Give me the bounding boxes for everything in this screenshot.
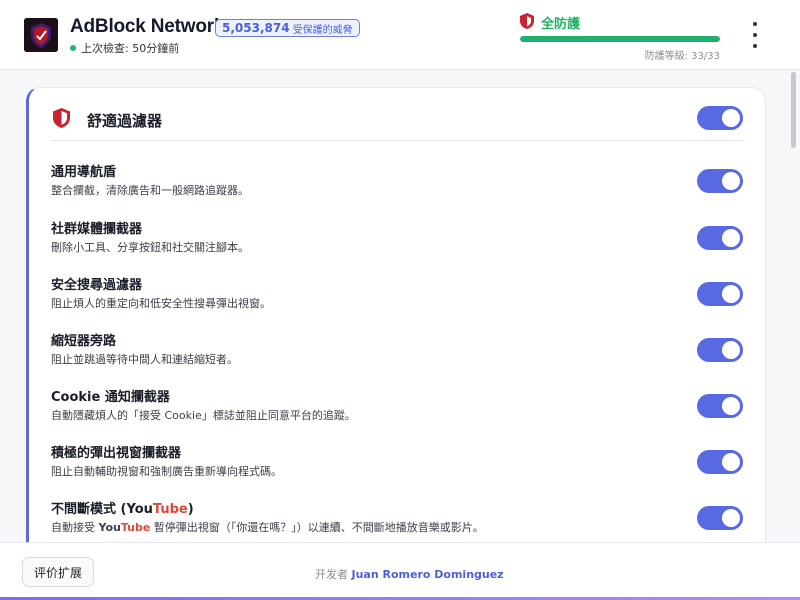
- rule-toggle[interactable]: [697, 338, 743, 362]
- toggle-knob: [722, 109, 740, 127]
- last-check-status: 上次檢查: 50分鐘前: [70, 40, 179, 56]
- rule-desc-part: Tube: [120, 521, 151, 534]
- rule-item: 安全搜尋過濾器 阻止煩人的重定向和低安全性搜尋彈出視窗。: [29, 274, 765, 330]
- rule-desc-part: You: [98, 521, 121, 534]
- rule-title-part: Tube: [152, 502, 188, 517]
- toggle-knob: [722, 453, 740, 471]
- menu-dot-icon: [753, 22, 757, 26]
- developer-name[interactable]: Juan Romero Dominguez: [352, 568, 504, 581]
- rule-desc-part: 自動接受: [51, 521, 99, 534]
- brand-name: AdBlock Network: [70, 16, 225, 37]
- toggle-knob: [722, 509, 740, 527]
- rule-toggle[interactable]: [697, 282, 743, 306]
- status-dot-icon: [70, 45, 76, 51]
- threats-blocked-badge: 5,053,874 受保護的威脅: [215, 19, 360, 37]
- filter-card: 舒適過濾器 通用導航盾 整合攔截，清除廣告和一般網路追蹤器。 社群媒體攔截器 刪…: [26, 87, 766, 557]
- last-check-text: 上次檢查: 50分鐘前: [81, 42, 180, 55]
- scrollbar[interactable]: [791, 72, 796, 148]
- rule-toggle[interactable]: [697, 506, 743, 530]
- shield-icon: [53, 108, 70, 128]
- rule-title-part: 不間斷模式 (: [51, 502, 127, 517]
- threats-label: 受保護的威脅: [292, 24, 353, 36]
- master-filter-toggle[interactable]: [697, 106, 743, 130]
- rule-title: 縮短器旁路: [51, 334, 117, 349]
- rule-title: 通用導航盾: [51, 165, 117, 180]
- rule-title: 社群媒體攔截器: [51, 222, 143, 237]
- rule-description: 阻止煩人的重定向和低安全性搜尋彈出視窗。: [51, 297, 271, 310]
- divider: [51, 140, 743, 141]
- rule-title: 不間斷模式 (YouTube): [51, 498, 194, 517]
- rule-item: Cookie 通知攔截器 自動隱藏煩人的「接受 Cookie」標誌並阻止同意平台…: [29, 386, 765, 442]
- more-options-button[interactable]: [746, 22, 764, 48]
- threats-count: 5,053,874: [222, 21, 290, 35]
- rule-description: 整合攔截，清除廣告和一般網路追蹤器。: [51, 184, 249, 197]
- toggle-knob: [722, 397, 740, 415]
- rule-title-part: You: [126, 502, 153, 517]
- developer-prefix: 开发者: [315, 568, 348, 581]
- rule-title: 安全搜尋過濾器: [51, 278, 143, 293]
- protection-status: 全防護: [541, 17, 581, 32]
- rule-item: 積極的彈出視窗攔截器 阻止自動輔助視窗和強制廣告重新導向程式碼。: [29, 442, 765, 498]
- rule-toggle[interactable]: [697, 226, 743, 250]
- rule-title-part: ): [187, 502, 194, 517]
- app-logo: [24, 18, 58, 52]
- toggle-knob: [722, 229, 740, 247]
- rule-description: 刪除小工具、分享按鈕和社交關注腳本。: [51, 241, 249, 254]
- rule-description: 自動隱藏煩人的「接受 Cookie」標誌並阻止同意平台的追蹤。: [51, 409, 356, 422]
- menu-dot-icon: [753, 33, 757, 37]
- menu-dot-icon: [753, 44, 757, 48]
- rule-description: 阻止並跳過等待中間人和連結縮短者。: [51, 353, 238, 366]
- rule-item: 社群媒體攔截器 刪除小工具、分享按鈕和社交關注腳本。: [29, 218, 765, 274]
- rule-toggle[interactable]: [697, 450, 743, 474]
- footer: 评价扩展 开发者 Juan Romero Dominguez: [0, 542, 800, 600]
- app-window: AdBlock Network 5,053,874 受保護的威脅 上次檢查: 5…: [0, 0, 800, 600]
- card-header: 舒適過濾器: [29, 88, 765, 143]
- rule-desc-part: 暫停彈出視窗（「你還在嗎？」）以連續、不間斷地播放音樂或影片。: [150, 521, 484, 534]
- rule-toggle[interactable]: [697, 169, 743, 193]
- card-title: 舒適過濾器: [87, 112, 163, 130]
- rule-title: 積極的彈出視窗攔截器: [51, 446, 182, 461]
- rule-item: 縮短器旁路 阻止並跳過等待中間人和連結縮短者。: [29, 330, 765, 386]
- rule-item: 通用導航盾 整合攔截，清除廣告和一般網路追蹤器。: [29, 161, 765, 217]
- header: AdBlock Network 5,053,874 受保護的威脅 上次檢查: 5…: [0, 0, 800, 70]
- protection-progress-bar: [520, 36, 720, 42]
- toggle-knob: [722, 172, 740, 190]
- developer-credit: 开发者 Juan Romero Dominguez: [315, 566, 504, 582]
- toggle-knob: [722, 341, 740, 359]
- toggle-knob: [722, 285, 740, 303]
- protection-progress-fill: [520, 36, 720, 42]
- rule-description: 阻止自動輔助視窗和強制廣告重新導向程式碼。: [51, 465, 282, 478]
- rule-title: Cookie 通知攔截器: [51, 390, 170, 405]
- protection-level: 防護等級: 33/33: [644, 51, 720, 62]
- rule-toggle[interactable]: [697, 394, 743, 418]
- shield-icon: [520, 13, 534, 29]
- rule-description: 自動接受 YouTube 暫停彈出視窗（「你還在嗎？」）以連續、不間斷地播放音樂…: [51, 519, 484, 535]
- rate-extension-button[interactable]: 评价扩展: [22, 557, 94, 587]
